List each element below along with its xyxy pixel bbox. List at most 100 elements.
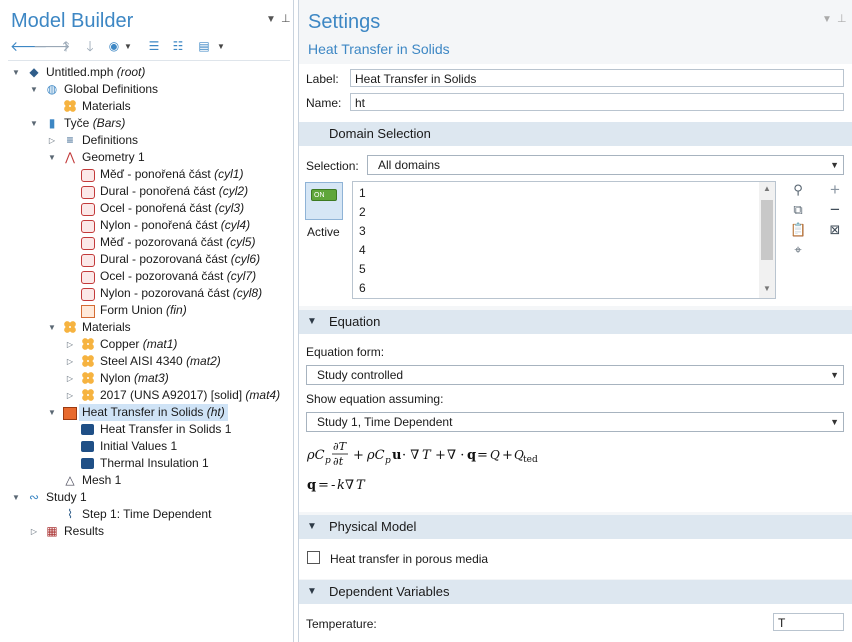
tree-node[interactable]: Heat Transfer in Solids 1 [8,421,288,438]
tree-node-label: Ocel - ponořená část (cyl3) [100,201,245,215]
tree-node[interactable]: ▼ ⋀ Geometry 1 [8,149,288,166]
model-tree-node-icon[interactable]: ▤ [196,38,212,54]
back-arrow-icon[interactable]: 🡐 [10,38,48,54]
copy-selection-icon[interactable]: ⧉ [790,202,806,218]
tree-node[interactable]: Nylon - ponořená část (cyl4) [8,217,288,234]
tree-node-icon [81,337,95,351]
panel-menu-icon[interactable]: ▼ [266,14,276,25]
tree-node[interactable]: Nylon - pozorovaná část (cyl8) [8,285,288,302]
tree-node[interactable]: Měď - ponořená část (cyl1) [8,166,288,183]
expand-toggle-icon[interactable]: ▼ [47,149,57,166]
active-toggle-button[interactable]: ON [305,182,343,220]
domain-list[interactable]: 1 2 3 4 5 6 ▲ ▼ [352,181,776,299]
zoom-selection-icon[interactable]: ⚲ [790,182,806,198]
tree-node-label: Thermal Insulation 1 [100,456,209,470]
tree-node-label: Nylon - ponořená část (cyl4) [100,218,251,232]
create-selection-icon[interactable]: ⌖ [790,242,806,258]
tree-node[interactable]: ▼ Materials [8,319,288,336]
tree-node[interactable]: ▷ Nylon (mat3) [8,370,288,387]
expand-toggle-icon[interactable]: ▼ [29,81,39,98]
move-down-icon[interactable]: 🡓 [82,38,98,54]
tree-node[interactable]: ▷ 2017 (UNS A92017) [solid] (mat4) [8,387,288,404]
tree-node[interactable]: Dural - ponořená část (cyl2) [8,183,288,200]
svg-text:q: q [307,478,316,493]
label-field[interactable]: Heat Transfer in Solids [350,69,844,87]
dependent-variables-title: Dependent Variables [329,584,450,599]
forward-arrow-icon[interactable]: 🡒 [33,38,71,54]
collapse-toggle-icon[interactable]: ▷ [65,370,75,387]
tree-node[interactable]: ▼ ▮ Tyče (Bars) [8,115,288,132]
svg-text:p: p [325,456,331,466]
tree-node[interactable]: ▷ ≡ Definitions [8,132,288,149]
collapse-toggle-icon[interactable]: ▷ [65,353,75,370]
expand-all-icon[interactable]: ☷ [170,38,186,54]
tree-node[interactable]: ▼ Heat Transfer in Solids (ht) [8,404,288,421]
expand-toggle-icon[interactable]: ▼ [47,404,57,421]
dependent-variables-header[interactable]: ▼ Dependent Variables [299,580,852,604]
panel-menu-icon[interactable]: ▼ [822,14,832,25]
equation-header[interactable]: ▼ Equation [299,310,852,334]
add-icon[interactable]: + [827,181,843,198]
tree-node[interactable]: ▷ Copper (mat1) [8,336,288,353]
tree-node[interactable]: ▷ ▦ Results [8,523,288,540]
domain-list-item[interactable]: 3 [359,224,366,238]
tree-node[interactable]: Thermal Insulation 1 [8,455,288,472]
move-up-icon[interactable]: 🡑 [58,38,74,54]
equation-title: Equation [329,314,381,329]
domain-selection-header[interactable]: Domain Selection [299,122,852,146]
scroll-down-icon[interactable]: ▼ [763,284,771,293]
name-field[interactable]: ht [350,93,844,111]
selection-combo[interactable]: All domains ▼ [367,155,844,175]
domain-list-item[interactable]: 1 [359,186,366,200]
tree-node[interactable]: ▼ ∾ Study 1 [8,489,288,506]
tree-node[interactable]: Měď - pozorovaná část (cyl5) [8,234,288,251]
expand-toggle-icon[interactable]: ▼ [11,489,21,506]
show-icon[interactable]: ◉ [106,38,122,54]
clear-selection-icon[interactable]: ⊠ [827,222,843,238]
collapse-toggle-icon[interactable]: ▷ [29,523,39,540]
domain-list-item[interactable]: 2 [359,205,366,219]
tree-node[interactable]: ▼ ◆ Untitled.mph (root) [8,64,288,81]
tree-node-label: Ocel - pozorovaná část (cyl7) [100,269,257,283]
model-builder-title: Model Builder [11,10,134,32]
temperature-field[interactable]: T [773,613,844,631]
scroll-up-icon[interactable]: ▲ [763,184,771,193]
tree-node-icon: △ [65,473,75,487]
list-scrollbar[interactable]: ▲ ▼ [759,182,775,298]
remove-icon[interactable]: − [827,201,843,218]
svg-text:+: + [435,448,446,463]
domain-list-item[interactable]: 4 [359,243,366,257]
expand-toggle-icon[interactable]: ▼ [47,319,57,336]
tree-node[interactable]: Form Union (fin) [8,302,288,319]
porous-media-checkbox[interactable] [307,551,320,564]
paste-selection-icon[interactable]: 📋 [790,222,806,238]
collapse-toggle-icon[interactable]: ▷ [65,387,75,404]
tree-node[interactable]: Ocel - ponořená část (cyl3) [8,200,288,217]
domain-list-item[interactable]: 5 [359,262,366,276]
tree-node[interactable]: ▼ ◍ Global Definitions [8,81,288,98]
tree-node[interactable]: Ocel - pozorovaná část (cyl7) [8,268,288,285]
tree-node[interactable]: Initial Values 1 [8,438,288,455]
collapse-toggle-icon[interactable]: ▷ [47,132,57,149]
show-equation-combo[interactable]: Study 1, Time Dependent ▼ [306,412,844,432]
expand-toggle-icon[interactable]: ▼ [29,115,39,132]
pin-icon[interactable]: ⊥ [837,12,847,25]
tree-node[interactable]: Materials [8,98,288,115]
tree-node[interactable]: Dural - pozorovaná část (cyl6) [8,251,288,268]
expand-toggle-icon[interactable]: ▼ [11,64,21,81]
tree-node[interactable]: ▷ Steel AISI 4340 (mat2) [8,353,288,370]
chevron-down-icon: ▼ [830,160,839,170]
tree-node-label: Step 1: Time Dependent [82,507,212,521]
scroll-thumb[interactable] [761,200,773,260]
node-dropdown-icon[interactable]: ▼ [217,42,225,51]
pin-icon[interactable]: ⊥ [281,12,291,25]
show-dropdown-icon[interactable]: ▼ [124,42,132,51]
tree-node[interactable]: ⌇ Step 1: Time Dependent [8,506,288,523]
collapse-toggle-icon[interactable]: ▷ [65,336,75,353]
collapse-all-icon[interactable]: ☰ [146,38,162,54]
tree-node-label: Mesh 1 [82,473,122,487]
tree-node[interactable]: △ Mesh 1 [8,472,288,489]
equation-form-combo[interactable]: Study controlled ▼ [306,365,844,385]
physical-model-header[interactable]: ▼ Physical Model [299,515,852,539]
domain-list-item[interactable]: 6 [359,281,366,295]
